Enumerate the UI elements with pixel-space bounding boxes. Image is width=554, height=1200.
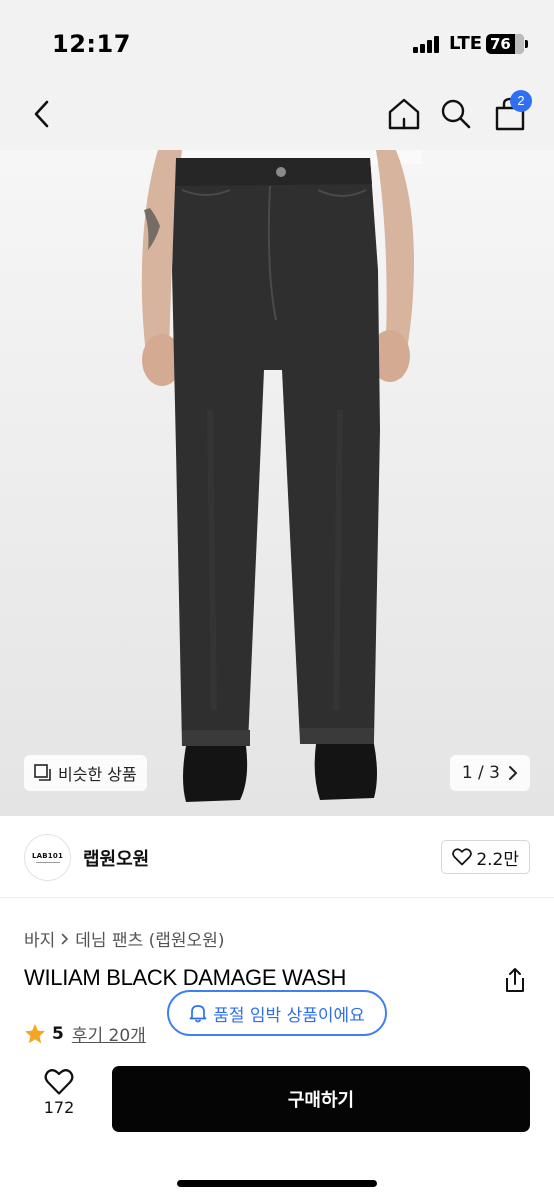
status-bar: 12:17 LTE 76: [0, 0, 554, 80]
status-time: 12:17: [52, 30, 131, 58]
image-page-indicator[interactable]: 1 / 3: [449, 755, 530, 791]
home-icon: [388, 98, 420, 130]
rating-summary: 5 후기 20개: [24, 1021, 146, 1046]
product-title: WILIAM BLACK DAMAGE WASH: [24, 965, 347, 990]
low-stock-text: 품절 임박 상품이에요: [213, 1005, 365, 1026]
heart-icon: [452, 848, 473, 866]
shop-like-count: 2.2만: [476, 849, 519, 870]
breadcrumb: 바지 데님 팬츠 (랩원오원): [24, 926, 224, 951]
breadcrumb-category[interactable]: 바지: [24, 926, 55, 951]
battery-level: 76: [490, 35, 511, 53]
top-nav-bar: 2: [0, 80, 554, 150]
back-button[interactable]: [20, 92, 64, 136]
chevron-right-icon: [61, 933, 69, 944]
shop-like-button[interactable]: 2.2만: [441, 840, 530, 874]
product-image-carousel[interactable]: 비슷한 상품 1 / 3: [0, 150, 554, 816]
similar-products-icon: [34, 764, 51, 781]
share-icon: [506, 968, 524, 992]
similar-products-button[interactable]: 비슷한 상품: [24, 755, 147, 791]
rating-value: 5: [52, 1023, 64, 1044]
home-indicator: [177, 1180, 377, 1187]
similar-products-label: 비슷한 상품: [58, 765, 137, 784]
network-type: LTE: [449, 33, 483, 54]
shop-logo[interactable]: LAB101: [24, 834, 71, 881]
cart-count-badge: 2: [510, 90, 532, 112]
shop-name[interactable]: 랩원오원: [83, 845, 149, 871]
favorite-count: 172: [43, 1098, 75, 1117]
shop-row: LAB101 랩원오원 2.2만: [0, 818, 554, 898]
heart-icon: [44, 1069, 74, 1095]
search-button[interactable]: [434, 92, 478, 136]
bell-icon: [189, 1005, 207, 1023]
product-photo: [141, 150, 422, 802]
favorite-button[interactable]: 172: [32, 1068, 86, 1128]
cart-button[interactable]: 2: [488, 90, 532, 136]
signal-strength-icon: [413, 35, 443, 53]
search-icon: [441, 99, 471, 129]
star-icon: [25, 1023, 45, 1043]
buy-button[interactable]: 구매하기: [112, 1066, 530, 1132]
home-button[interactable]: [382, 92, 426, 136]
breadcrumb-subcategory[interactable]: 데님 팬츠 (랩원오원): [75, 926, 224, 951]
chevron-left-icon: [34, 100, 49, 128]
low-stock-notice: 품절 임박 상품이에요: [167, 990, 387, 1036]
battery-icon: 76: [486, 34, 528, 54]
image-page-text: 1 / 3: [461, 763, 500, 783]
chevron-right-icon: [509, 766, 517, 780]
shop-logo-text: LAB101: [31, 852, 64, 860]
review-link[interactable]: 후기 20개: [72, 1021, 146, 1046]
share-button[interactable]: [502, 966, 530, 994]
